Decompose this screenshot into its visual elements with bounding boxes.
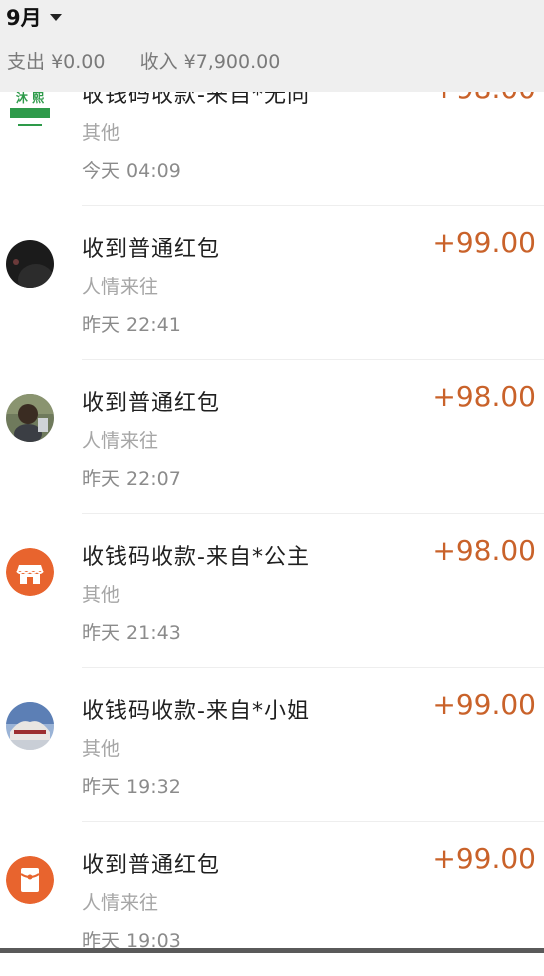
transaction-title: 收到普通红包: [82, 391, 221, 416]
transaction-item[interactable]: 收钱码收款-来自*小姐 其他 昨天 19:32 +99.00: [0, 668, 544, 822]
expense-value: ¥0.00: [51, 51, 106, 73]
transaction-time: 今天 04:09: [82, 160, 181, 182]
month-selector[interactable]: 9月: [6, 2, 62, 32]
transaction-category: 人情来往: [82, 430, 159, 452]
transaction-amount: +99.00: [432, 688, 536, 721]
avatar: [6, 240, 54, 288]
avatar: [6, 394, 54, 442]
transaction-item[interactable]: 收到普通红包 人情来往 昨天 22:41 +99.00: [0, 206, 544, 360]
transaction-title: 收到普通红包: [82, 237, 221, 262]
chevron-down-icon: [49, 13, 62, 21]
income-value: ¥7,900.00: [183, 51, 281, 73]
transaction-category: 其他: [82, 584, 121, 606]
month-summary-header: 9月 支出 ¥0.00 收入 ¥7,900.00: [0, 0, 544, 92]
transaction-title: 收钱码收款-来自*小姐: [82, 699, 310, 724]
transaction-amount: +99.00: [432, 226, 536, 259]
transaction-item[interactable]: 收钱码收款-来自*公主 其他 昨天 21:43 +98.00: [0, 514, 544, 668]
income-label: 收入: [139, 51, 178, 73]
transaction-amount: +99.00: [432, 842, 536, 875]
transaction-title: 收到普通红包: [82, 853, 221, 878]
transaction-category: 其他: [82, 738, 121, 760]
svg-text:沐 熙: 沐 熙: [16, 90, 44, 105]
transaction-title: 收钱码收款-来自*公主: [82, 545, 310, 570]
transaction-amount: +98.00: [432, 534, 536, 567]
transaction-amount: +98.00: [432, 380, 536, 413]
transaction-time: 昨天 19:32: [82, 776, 181, 798]
store-icon: [6, 548, 54, 596]
avatar: [6, 702, 54, 750]
red-packet-icon: [6, 856, 54, 904]
month-totals: 支出 ¥0.00 收入 ¥7,900.00: [7, 47, 280, 74]
transaction-category: 人情来往: [82, 892, 159, 914]
month-label: 9月: [6, 6, 42, 30]
transaction-time: 昨天 22:41: [82, 314, 181, 336]
shop-logo-icon: 沐 熙: [6, 86, 54, 134]
transaction-list: 沐 熙 收钱码收款-来自*无同 其他 今天 04:09 +98.00 收到普通红…: [0, 0, 544, 976]
expense-label: 支出: [7, 51, 46, 73]
transaction-item[interactable]: 收到普通红包 人情来往 昨天 22:07 +98.00: [0, 360, 544, 514]
transaction-category: 其他: [82, 122, 121, 144]
transaction-time: 昨天 22:07: [82, 468, 181, 490]
home-indicator-bar: [0, 948, 544, 953]
transaction-time: 昨天 21:43: [82, 622, 181, 644]
transaction-category: 人情来往: [82, 276, 159, 298]
